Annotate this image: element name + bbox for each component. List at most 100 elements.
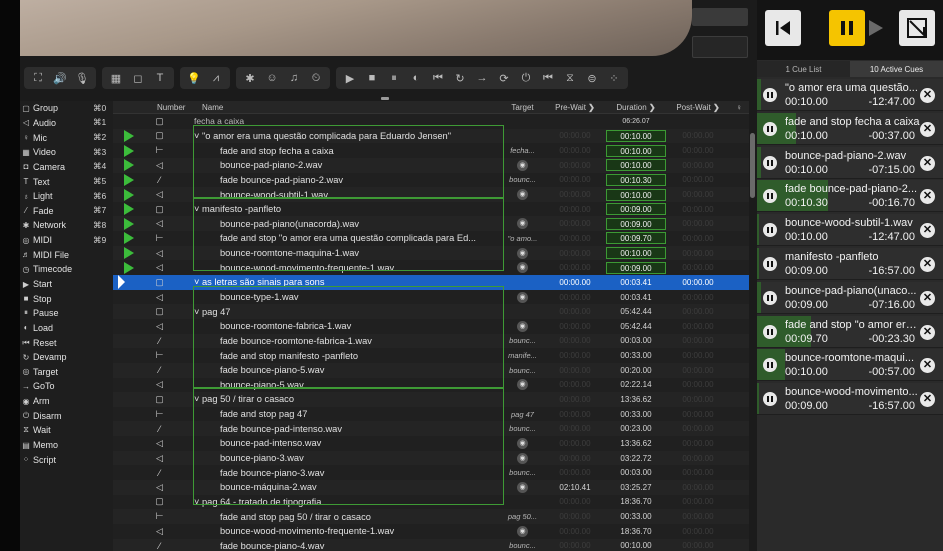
header-field[interactable] xyxy=(692,8,748,26)
sidebar-item-pause[interactable]: ⏸ Pause xyxy=(20,306,113,321)
pause-cue-button[interactable] xyxy=(763,257,777,271)
table-row[interactable]: ◁ bounce-type-1.wav ◉ 00:00.00 00:03.41 00:00… xyxy=(113,290,749,305)
cue-duration-cell[interactable]: 00:09.70 xyxy=(605,232,667,245)
table-row[interactable]: ◁ bounce-wood-movimento-frequente-1.wav ◉ 0… xyxy=(113,524,749,539)
cue-prewait[interactable]: 00:00.00 xyxy=(545,293,605,302)
col-postwait[interactable]: Post-Wait ❯ xyxy=(667,103,729,112)
cue-duration-cell[interactable]: 00:10.30 xyxy=(605,173,667,186)
cue-name-cell[interactable]: fade bounce-piano-4.wav xyxy=(192,541,500,551)
cue-postwait[interactable]: 00:00.00 xyxy=(667,366,729,375)
cue-name-cell[interactable]: ˅ pag 50 / tirar o casaco xyxy=(192,394,500,404)
cue-name-cell[interactable]: bounce-type-1.wav xyxy=(192,292,500,302)
cue-name-cell[interactable]: ˅ "o amor era uma questão complicada par… xyxy=(192,131,500,141)
cue-target-cell[interactable]: "o amo... xyxy=(500,234,545,243)
cue-prewait[interactable]: 00:00.00 xyxy=(545,131,605,140)
cue-prewait[interactable]: 00:00.00 xyxy=(545,263,605,272)
cue-name-cell[interactable]: fecha a caixa xyxy=(192,116,500,126)
table-row[interactable]: ▢ ˅ "o amor era uma questão complicada pa… xyxy=(113,128,749,144)
active-cue-item[interactable]: manifesto -panfleto 00:09.00 -16:57.00 ✕ xyxy=(757,248,943,280)
cue-target-cell[interactable]: ◉ xyxy=(500,481,545,493)
col-duration[interactable]: Duration ❯ xyxy=(605,103,667,112)
cue-postwait[interactable]: 00:00.00 xyxy=(667,336,729,345)
tab-cue-list[interactable]: 1 Cue List xyxy=(757,61,850,77)
table-row[interactable]: ▢ ˅ pag 47 00:00.00 05:42.44 00:00.00 xyxy=(113,304,749,319)
sidebar-item-audio[interactable]: ◁ Audio ⌘1 xyxy=(20,116,113,131)
sidebar-item-video[interactable]: ▦ Video ⌘3 xyxy=(20,145,113,160)
cue-name-cell[interactable]: bounce-wood-movimento-frequente-1.wav xyxy=(192,526,500,536)
cue-name-cell[interactable]: ˅ as letras são sinais para sons xyxy=(192,277,500,287)
resume-button[interactable] xyxy=(859,10,891,46)
cue-prewait[interactable]: 00:00.00 xyxy=(545,395,605,404)
stop-cue-button[interactable]: ✕ xyxy=(920,392,935,408)
cue-name-cell[interactable]: fade bounce-roomtone-fabrica-1.wav xyxy=(192,336,500,346)
pause-cue-button[interactable] xyxy=(763,392,777,407)
column-options-icon[interactable]: ♀ xyxy=(729,103,749,112)
cue-postwait[interactable]: 00:00.00 xyxy=(667,395,729,404)
cue-duration-cell[interactable]: 00:33.00 xyxy=(605,410,667,419)
table-row[interactable]: ◁ bounce-máquina-2.wav ◉ 02:10.41 03:25.27 00… xyxy=(113,480,749,495)
sidebar-item-goto[interactable]: → GoTo xyxy=(20,379,113,394)
cue-postwait[interactable]: 00:00.00 xyxy=(667,307,729,316)
cue-duration-cell[interactable]: 00:10.00 xyxy=(605,247,667,260)
active-cue-item[interactable]: "o amor era uma questão... 00:10.00 -12:47… xyxy=(757,79,943,111)
sidebar-item-script[interactable]: ⁘ Script xyxy=(20,452,113,467)
cue-target-cell[interactable]: bounc... xyxy=(500,336,545,345)
table-row[interactable]: ⁄ fade bounce-pad-intenso.wav bounc... 00:0… xyxy=(113,421,749,437)
cue-name-cell[interactable]: fade bounce-pad-piano-2.wav xyxy=(192,175,500,185)
cue-postwait[interactable]: 00:00.00 xyxy=(667,410,729,419)
stop-cue-button[interactable]: ✕ xyxy=(920,324,935,340)
toolbar-cue-button[interactable]: ⏲ xyxy=(305,68,327,88)
sidebar-item-devamp[interactable]: ↻ Devamp xyxy=(20,350,113,365)
cue-duration-cell[interactable]: 00:03.00 xyxy=(605,468,667,477)
cue-postwait[interactable]: 00:00.00 xyxy=(667,263,729,272)
cue-prewait[interactable]: 00:00.00 xyxy=(545,351,605,360)
cue-prewait[interactable]: 00:00.00 xyxy=(545,497,605,506)
cue-target-cell[interactable]: ◉ xyxy=(500,379,545,391)
cue-postwait[interactable]: 00:00.00 xyxy=(667,175,729,184)
sidebar-item-fade[interactable]: ⁄ Fade ⌘7 xyxy=(20,203,113,218)
cue-name-cell[interactable]: bounce-piano-3.wav xyxy=(192,453,500,463)
pause-cue-button[interactable] xyxy=(763,88,777,102)
cue-duration-cell[interactable]: 00:20.00 xyxy=(605,366,667,375)
cue-target-cell[interactable]: pag 47 xyxy=(500,410,545,419)
toolbar-cue-button[interactable]: ⁘ xyxy=(603,68,625,88)
toolbar-cue-button[interactable]: ◻ xyxy=(127,68,149,88)
cue-target-cell[interactable]: bounc... xyxy=(500,541,545,550)
active-cue-item[interactable]: bounce-pad-piano-2.wav 00:10.00 -07:15.00 ✕ xyxy=(757,146,943,179)
cue-duration-cell[interactable]: 00:10.00 xyxy=(605,188,667,201)
cue-duration-cell[interactable]: 03:25.27 xyxy=(605,483,667,492)
col-name[interactable]: Name xyxy=(192,103,500,112)
cue-prewait[interactable]: 00:00.00 xyxy=(545,439,605,448)
pause-cue-button[interactable] xyxy=(763,324,777,339)
cue-duration-cell[interactable]: 00:09.00 xyxy=(605,261,667,274)
cue-duration-cell[interactable]: 00:10.00 xyxy=(605,129,667,142)
cue-target-cell[interactable]: ◉ xyxy=(500,437,545,449)
cue-postwait[interactable]: 00:00.00 xyxy=(667,424,729,433)
toolbar-cue-button[interactable]: ⏮ xyxy=(537,68,559,88)
cue-duration-cell[interactable]: 00:03.41 xyxy=(605,278,667,287)
cue-prewait[interactable]: 00:00.00 xyxy=(545,219,605,228)
cue-prewait[interactable]: 00:00.00 xyxy=(545,307,605,316)
toolbar-cue-button[interactable]: ■ xyxy=(361,68,383,88)
cue-name-cell[interactable]: fade and stop manifesto -panfleto xyxy=(192,351,500,361)
toolbar-cue-button[interactable]: ⏸ xyxy=(383,68,405,88)
cue-duration-cell[interactable]: 00:09.00 xyxy=(605,217,667,230)
cue-prewait[interactable]: 00:00.00 xyxy=(545,336,605,345)
table-row[interactable]: ⊢ fade and stop fecha a caixa fecha... 00:0… xyxy=(113,143,749,158)
sidebar-item-group[interactable]: ▢ Group ⌘0 xyxy=(20,101,113,116)
col-number[interactable]: Number xyxy=(157,103,192,112)
active-cue-item[interactable]: bounce-roomtone-maqui... 00:10.00 -00:57.0… xyxy=(757,349,943,382)
cue-postwait[interactable]: 00:00.00 xyxy=(667,527,729,536)
cue-target-cell[interactable]: fecha... xyxy=(500,146,545,155)
cue-duration-cell[interactable]: 02:22.14 xyxy=(605,380,667,389)
table-row[interactable]: ◁ bounce-wood-movimento-frequente-1.wav ◉ 0… xyxy=(113,260,749,275)
cue-postwait[interactable]: 00:00.00 xyxy=(667,219,729,228)
sidebar-item-memo[interactable]: ▤ Memo xyxy=(20,438,113,453)
col-prewait[interactable]: Pre-Wait ❯ xyxy=(545,103,605,112)
table-row[interactable]: ◁ bounce-piano-5.wav ◉ 00:00.00 02:22.14 00:0… xyxy=(113,378,749,393)
cue-postwait[interactable]: 00:00.00 xyxy=(667,293,729,302)
table-row[interactable]: ◁ bounce-wood-subtil-1.wav ◉ 00:00.00 00:10.… xyxy=(113,187,749,202)
cue-name-cell[interactable]: bounce-wood-subtil-1.wav xyxy=(192,190,500,200)
table-row[interactable]: ▢ ˅ as letras são sinais para sons 00:00.0… xyxy=(113,275,749,290)
cue-name-cell[interactable]: ˅ pag 64 - tratado de tipografia xyxy=(192,497,500,507)
